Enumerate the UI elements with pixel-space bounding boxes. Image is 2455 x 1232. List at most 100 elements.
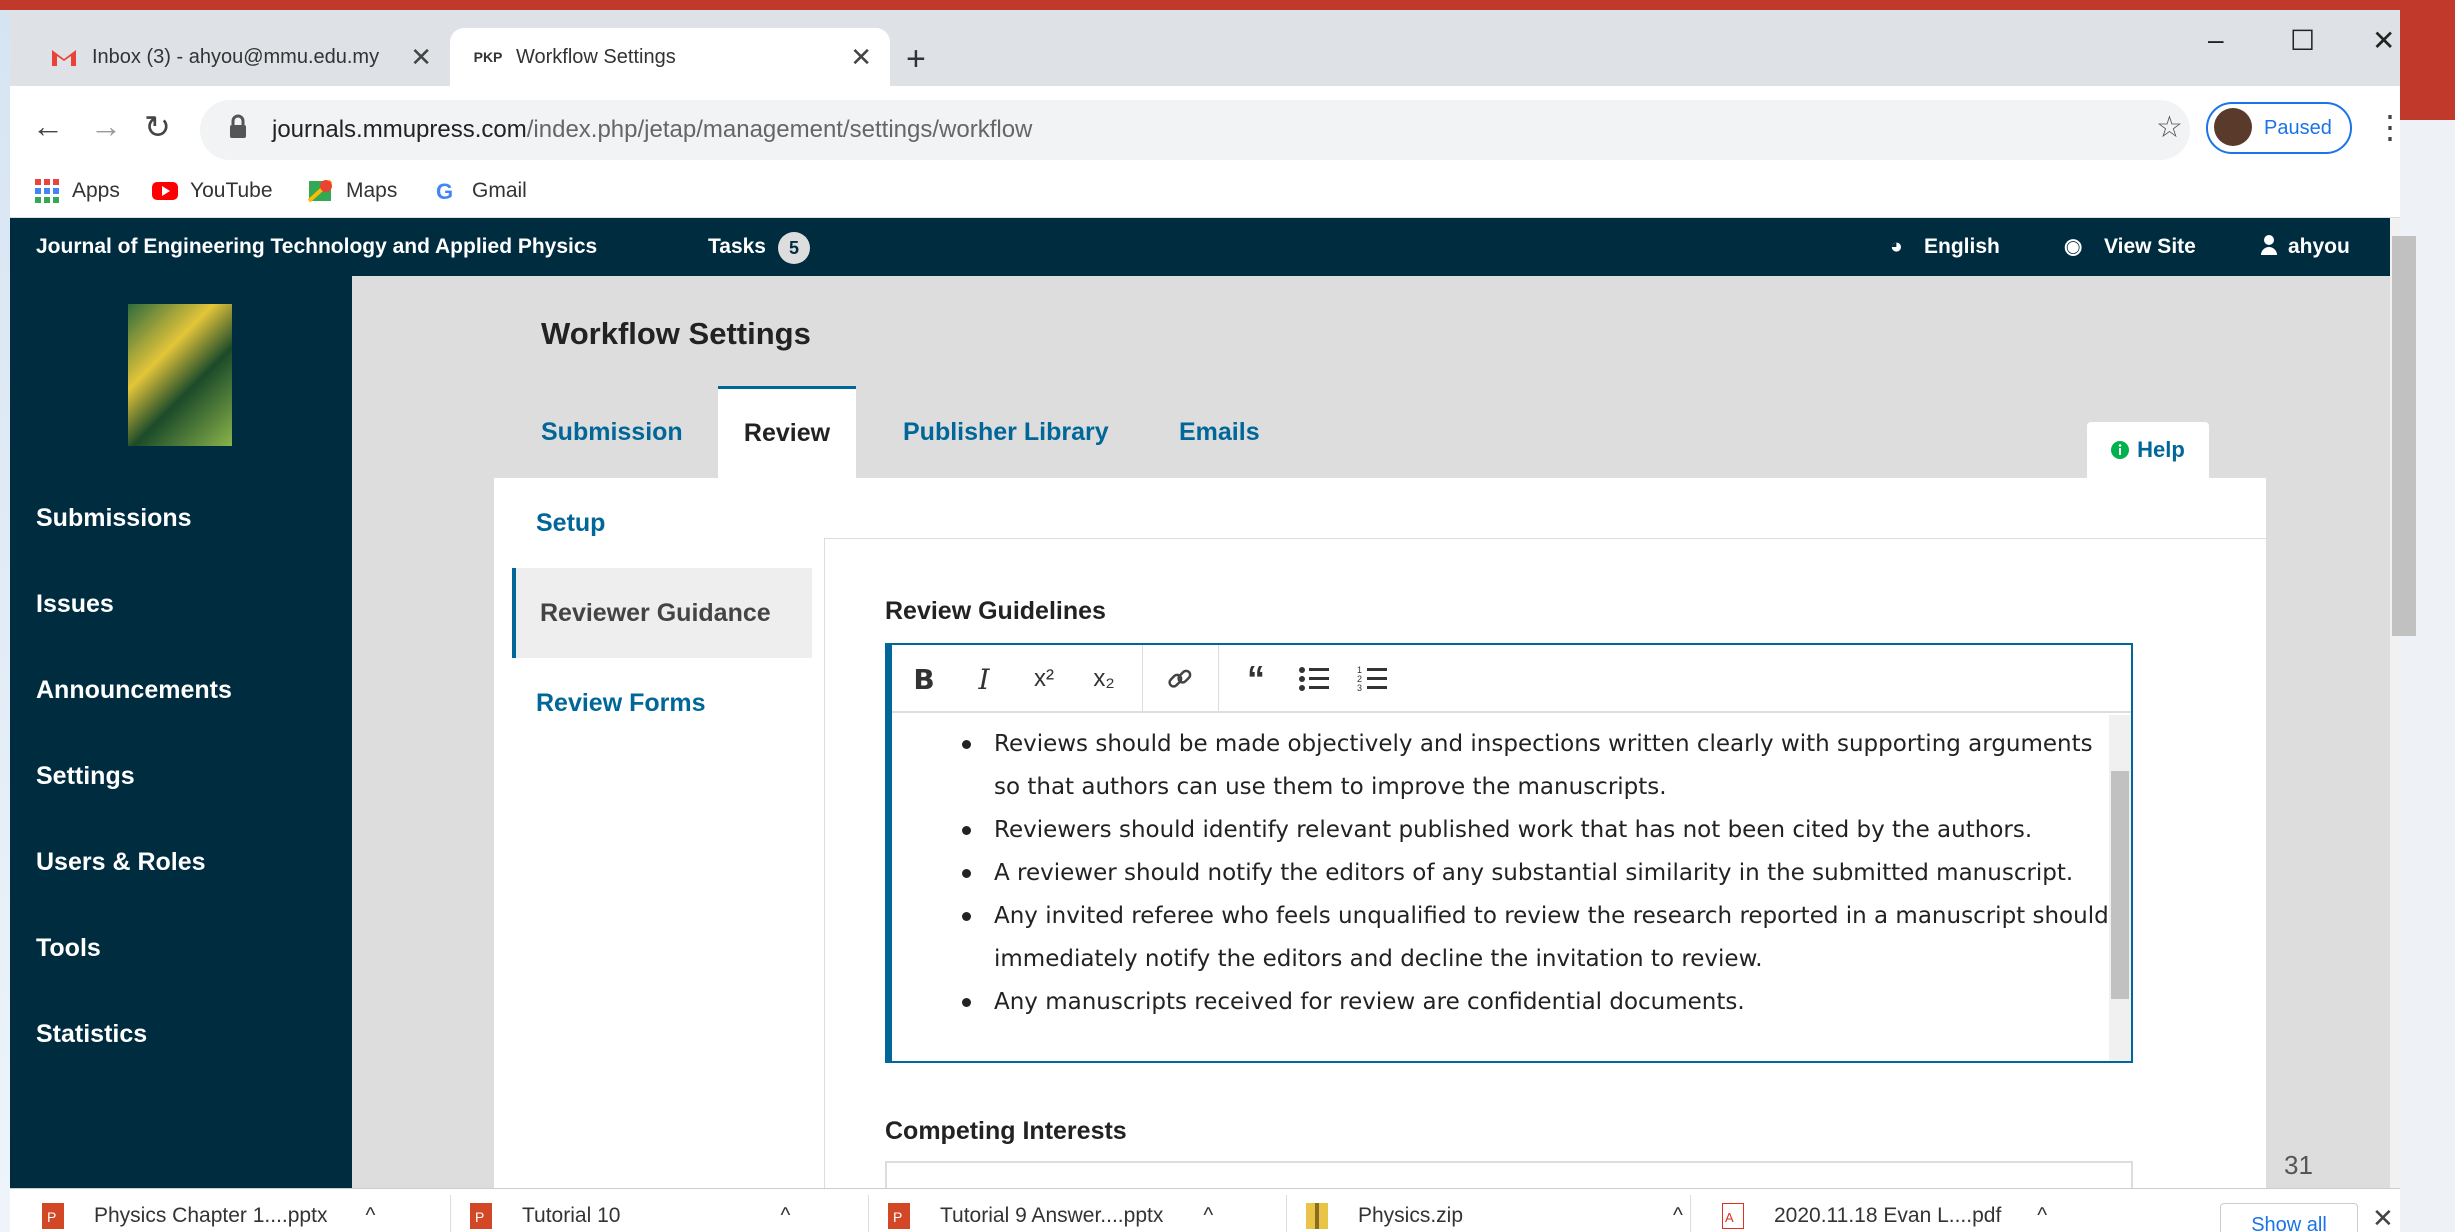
tasks-link[interactable]: Tasks (708, 235, 766, 259)
new-tab-button[interactable]: + (906, 40, 926, 79)
subscript-button[interactable]: x₂ (1082, 657, 1126, 701)
svg-text:A: A (1725, 1210, 1734, 1225)
download-item[interactable]: Physics.zip ^ (1306, 1203, 1683, 1229)
guideline-item: Reviews should be made objectively and i… (954, 723, 2112, 809)
sidebar-item-issues[interactable]: Issues (36, 590, 114, 619)
info-icon (2111, 441, 2130, 459)
downloads-bar: P Physics Chapter 1....pptx ^ P Tutorial… (10, 1188, 2400, 1232)
bookmark-gmail[interactable]: G Gmail (434, 178, 527, 204)
download-item[interactable]: P Physics Chapter 1....pptx ^ (42, 1203, 375, 1229)
tab-title: Workflow Settings (516, 45, 676, 68)
download-item[interactable]: P Tutorial 9 Answer....pptx ^ (888, 1203, 1213, 1229)
chevron-up-icon[interactable]: ^ (1673, 1204, 1683, 1228)
show-all-downloads-button[interactable]: Show all (2220, 1203, 2358, 1232)
language-link[interactable]: English (1924, 235, 2000, 259)
divider (1286, 1195, 1287, 1232)
subtab-reviewer-guidance[interactable]: Reviewer Guidance (512, 568, 812, 658)
web-page: Journal of Engineering Technology and Ap… (10, 218, 2390, 1188)
view-site-link[interactable]: View Site (2104, 235, 2196, 259)
divider (868, 1195, 869, 1232)
close-window-button[interactable]: ✕ (2372, 24, 2395, 57)
tab-review[interactable]: Review (718, 386, 856, 478)
eye-icon: ◉ (2064, 235, 2083, 258)
minimize-button[interactable]: – (2208, 24, 2224, 56)
guideline-item: Any manuscripts received for review are … (954, 981, 2112, 1024)
numbered-list-button[interactable]: 123 (1350, 657, 1394, 701)
editor-scrollbar[interactable] (2109, 715, 2131, 1061)
browser-window: Inbox (3) - ahyou@mmu.edu.my ✕ PKP Workf… (10, 10, 2400, 1232)
download-item[interactable]: P Tutorial 10 ^ (470, 1203, 790, 1229)
journal-name-link[interactable]: Journal of Engineering Technology and Ap… (36, 235, 597, 259)
chevron-up-icon[interactable]: ^ (1203, 1204, 1213, 1228)
sidebar-item-statistics[interactable]: Statistics (36, 1020, 147, 1049)
bookmark-youtube[interactable]: YouTube (152, 178, 273, 204)
tab-publisher-library[interactable]: Publisher Library (903, 386, 1109, 478)
editor-content[interactable]: Reviews should be made objectively and i… (892, 715, 2112, 1061)
competing-interests-editor[interactable] (885, 1161, 2133, 1188)
pptx-file-icon: P (888, 1203, 910, 1229)
subtab-review-forms[interactable]: Review Forms (512, 658, 812, 748)
menu-kebab-icon[interactable]: ⋮ (2374, 108, 2400, 146)
back-button[interactable]: ← (32, 108, 64, 145)
tab-workflow-settings[interactable]: PKP Workflow Settings ✕ (450, 28, 890, 86)
bookmark-maps[interactable]: Maps (308, 178, 397, 204)
toolbar-divider (1142, 645, 1143, 713)
reload-button[interactable]: ↻ (144, 108, 171, 146)
chevron-up-icon[interactable]: ^ (365, 1204, 375, 1228)
maximize-button[interactable]: ☐ (2290, 24, 2315, 57)
sidebar-item-announcements[interactable]: Announcements (36, 676, 232, 705)
user-menu[interactable]: ahyou (2288, 235, 2350, 259)
competing-interests-label: Competing Interests (885, 1117, 1127, 1145)
bold-button[interactable]: B (902, 657, 946, 701)
sidebar-item-submissions[interactable]: Submissions (36, 504, 192, 533)
profile-button[interactable]: Paused (2206, 102, 2352, 154)
download-item[interactable]: A 2020.11.18 Evan L....pdf ^ (1722, 1203, 2047, 1229)
svg-text:G: G (436, 179, 453, 204)
close-tab-icon[interactable]: ✕ (850, 42, 872, 73)
bookmarks-bar: Apps YouTube Maps G Gmail (10, 170, 2400, 218)
editor-scrollbar-thumb[interactable] (2111, 771, 2129, 999)
blockquote-button[interactable]: “ (1234, 657, 1278, 701)
sidebar-item-tools[interactable]: Tools (36, 934, 101, 963)
forward-button[interactable]: → (90, 108, 122, 145)
superscript-button[interactable]: x² (1022, 657, 1066, 701)
link-button[interactable] (1158, 657, 1202, 701)
close-downloads-icon[interactable]: ✕ (2372, 1203, 2394, 1232)
presentation-frame-top (0, 0, 2455, 10)
guideline-item: Reviewers should identify relevant publi… (954, 809, 2112, 852)
user-icon (2260, 234, 2278, 256)
bullet-list-button[interactable] (1292, 657, 1336, 701)
pptx-file-icon: P (470, 1203, 492, 1229)
editor-toolbar: B I x² x₂ “ 1 2 3 (892, 645, 2131, 713)
italic-button[interactable]: I (962, 657, 1006, 701)
help-button[interactable]: Help (2087, 422, 2209, 478)
tab-submission[interactable]: Submission (541, 386, 683, 478)
youtube-icon (152, 178, 178, 204)
sidebar-item-users-roles[interactable]: Users & Roles (36, 848, 206, 877)
toolbar-divider (1218, 645, 1219, 713)
tab-emails[interactable]: Emails (1179, 386, 1260, 478)
gmail-icon (50, 43, 78, 71)
tab-strip: Inbox (3) - ahyou@mmu.edu.my ✕ PKP Workf… (10, 10, 2400, 86)
bookmark-apps[interactable]: Apps (34, 178, 120, 204)
chevron-up-icon[interactable]: ^ (780, 1204, 790, 1228)
close-tab-icon[interactable]: ✕ (410, 42, 432, 73)
slide-page-number: 31 (2284, 1150, 2313, 1180)
review-guidelines-label: Review Guidelines (885, 597, 1106, 625)
chevron-up-icon[interactable]: ^ (2037, 1204, 2047, 1228)
pdf-file-icon: A (1722, 1203, 1744, 1229)
outer-scrollbar-thumb[interactable] (2392, 236, 2416, 636)
app-header: Journal of Engineering Technology and Ap… (10, 218, 2390, 276)
apps-grid-icon (34, 178, 60, 204)
settings-panel: Setup Reviewer Guidance Review Forms Rev… (494, 478, 2266, 1188)
globe-icon: ◕ (1890, 235, 1903, 258)
tab-gmail-inbox[interactable]: Inbox (3) - ahyou@mmu.edu.my ✕ (30, 28, 450, 86)
review-guidelines-editor[interactable]: B I x² x₂ “ 1 2 3 Reviews should be made… (885, 643, 2133, 1063)
sidebar-item-settings[interactable]: Settings (36, 762, 135, 791)
subtab-setup[interactable]: Setup (512, 478, 812, 568)
pptx-file-icon: P (42, 1203, 64, 1229)
address-bar[interactable]: journals.mmupress.com/index.php/jetap/ma… (200, 100, 2190, 160)
bookmark-star-icon[interactable]: ☆ (2156, 110, 2183, 145)
journal-cover-logo[interactable] (128, 304, 232, 446)
divider (1690, 1195, 1691, 1232)
